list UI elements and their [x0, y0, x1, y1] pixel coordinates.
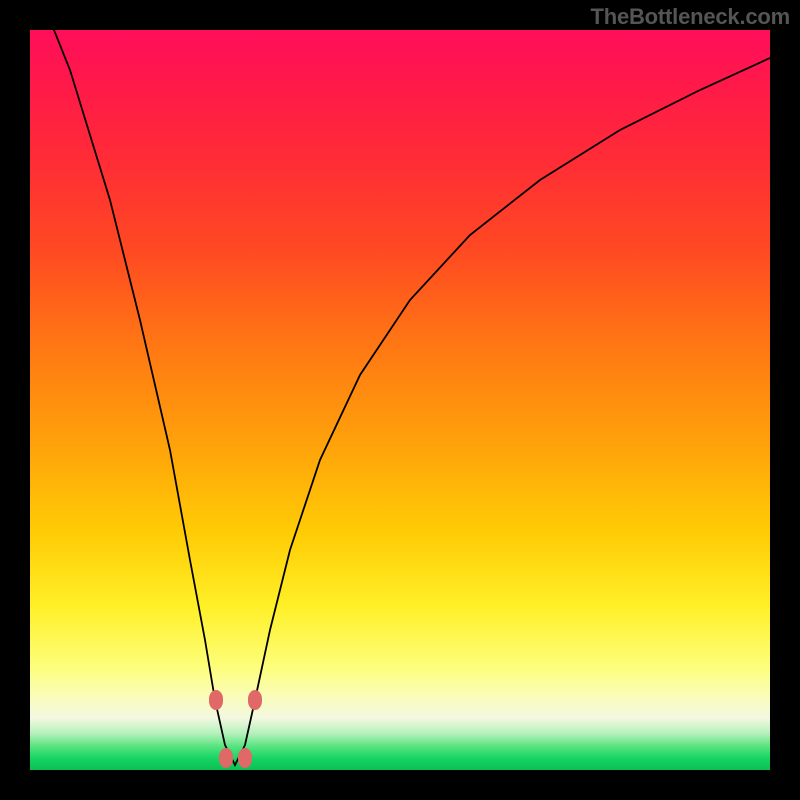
curve-marker-1: [248, 690, 262, 710]
chart-frame: TheBottleneck.com: [0, 0, 800, 800]
watermark-text: TheBottleneck.com: [590, 4, 790, 30]
curve-markers: [209, 690, 262, 768]
plot-gradient-background: [30, 30, 770, 770]
bottleneck-curve: [30, 30, 770, 765]
curve-marker-2: [219, 748, 233, 768]
curve-marker-3: [238, 748, 252, 768]
plot-svg: [30, 30, 770, 770]
curve-marker-0: [209, 690, 223, 710]
